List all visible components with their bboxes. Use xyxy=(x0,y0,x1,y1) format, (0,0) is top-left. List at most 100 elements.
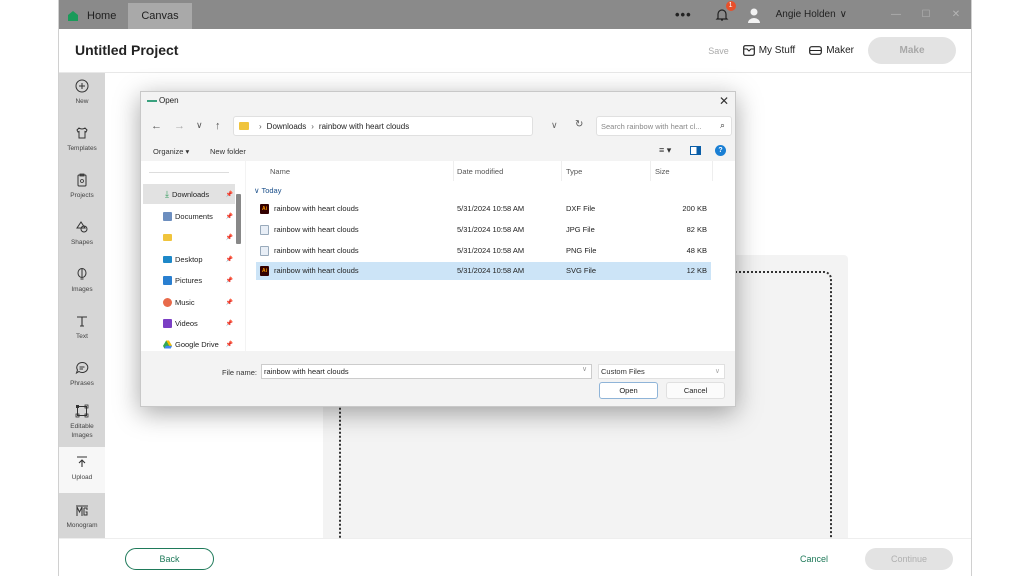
sidebar-item-label: Shapes xyxy=(70,239,94,246)
tab-canvas[interactable]: Canvas xyxy=(128,3,192,29)
column-header-type[interactable]: Type xyxy=(566,167,582,176)
nav-item-label: Videos xyxy=(175,318,198,328)
column-separator[interactable] xyxy=(453,161,454,181)
file-row[interactable]: rainbow with heart clouds 5/31/2024 10:5… xyxy=(256,221,711,239)
nav-item-label: Desktop xyxy=(175,254,203,264)
help-icon[interactable]: ? xyxy=(715,145,726,156)
more-options-button[interactable]: ••• xyxy=(675,7,692,22)
close-dialog-button[interactable]: ✕ xyxy=(719,94,729,108)
nav-pane-scrollbar[interactable] xyxy=(236,194,241,244)
nav-item-folder[interactable]: 📌 xyxy=(143,227,235,247)
recent-locations-icon[interactable]: ∨ xyxy=(196,120,203,131)
project-title: Untitled Project xyxy=(75,42,179,58)
speech-bubble-icon xyxy=(75,361,89,375)
sidebar-item-text[interactable]: Text xyxy=(59,314,105,354)
file-row[interactable]: rainbow with heart clouds 5/31/2024 10:5… xyxy=(256,242,711,260)
app-icon xyxy=(147,99,157,102)
preview-pane-icon[interactable] xyxy=(690,146,701,155)
sidebar-item-phrases[interactable]: Phrases xyxy=(59,361,105,401)
group-chevron-icon: ∨ xyxy=(254,186,260,195)
group-header-today[interactable]: ∨ Today xyxy=(254,186,281,195)
search-input[interactable]: Search rainbow with heart cl... ⌕ xyxy=(596,116,732,136)
sidebar-item-new[interactable]: New xyxy=(59,79,105,119)
file-row-selected[interactable]: Ai rainbow with heart clouds 5/31/2024 1… xyxy=(256,262,711,280)
view-options-icon[interactable]: ≡ ▾ xyxy=(659,145,671,156)
breadcrumb-separator: › xyxy=(311,121,314,131)
save-button[interactable]: Save xyxy=(708,46,729,56)
maximize-button[interactable]: ☐ xyxy=(911,9,941,20)
user-name[interactable]: Angie Holden xyxy=(776,9,836,20)
breadcrumb-current-folder[interactable]: rainbow with heart clouds xyxy=(319,122,409,131)
pictures-icon xyxy=(163,275,172,285)
file-row[interactable]: Ai rainbow with heart clouds 5/31/2024 1… xyxy=(256,200,711,218)
sidebar-item-upload[interactable]: Upload xyxy=(59,447,105,493)
upload-icon xyxy=(77,456,87,467)
back-button[interactable]: Back xyxy=(125,548,214,570)
videos-icon xyxy=(163,318,172,328)
file-type-select[interactable]: Custom Files ∨ xyxy=(598,364,725,379)
maker-label: Maker xyxy=(826,45,854,56)
column-header-name[interactable]: Name xyxy=(270,167,290,176)
file-name-dropdown-icon[interactable]: ∨ xyxy=(582,365,587,373)
chevron-down-icon: ∨ xyxy=(714,368,720,375)
dialog-cancel-button[interactable]: Cancel xyxy=(666,382,725,399)
up-arrow-icon[interactable]: ↑ xyxy=(215,120,221,132)
my-stuff-label: My Stuff xyxy=(758,45,796,56)
column-header-size[interactable]: Size xyxy=(655,167,670,176)
nav-divider xyxy=(149,172,229,173)
notifications-button[interactable]: 1 xyxy=(714,0,736,23)
breadcrumb-downloads[interactable]: Downloads xyxy=(267,122,307,131)
music-icon xyxy=(163,297,172,307)
nav-item-label: Pictures xyxy=(175,275,203,285)
my-stuff-button[interactable]: My Stuff xyxy=(742,45,796,56)
nav-item-videos[interactable]: Videos 📌 xyxy=(143,313,235,333)
download-icon: ⤓ xyxy=(165,188,169,199)
sidebar-item-label: Editable Images xyxy=(70,423,94,439)
back-arrow-icon[interactable]: ← xyxy=(151,120,162,132)
file-name-label: File name: xyxy=(222,368,258,377)
sidebar-item-templates[interactable]: Templates xyxy=(59,126,105,166)
new-folder-button[interactable]: New folder xyxy=(210,147,246,156)
text-icon xyxy=(77,316,87,327)
nav-item-documents[interactable]: Documents 📌 xyxy=(143,206,235,226)
sidebar-item-images[interactable]: Images xyxy=(59,267,105,307)
file-name: rainbow with heart clouds xyxy=(274,204,359,213)
nav-item-pictures[interactable]: Pictures 📌 xyxy=(143,270,235,290)
address-dropdown-icon[interactable]: ∨ xyxy=(551,120,558,131)
nav-item-music[interactable]: Music 📌 xyxy=(143,292,235,312)
column-separator xyxy=(712,161,713,181)
organize-menu[interactable]: Organize ▾ xyxy=(153,147,189,156)
column-separator[interactable] xyxy=(650,161,651,181)
open-button[interactable]: Open xyxy=(599,382,658,399)
column-separator[interactable] xyxy=(561,161,562,181)
cancel-button[interactable]: Cancel xyxy=(800,554,828,564)
column-header-date-modified[interactable]: Date modified xyxy=(457,167,503,176)
address-bar[interactable]: › Downloads › rainbow with heart clouds xyxy=(233,116,533,136)
clipboard-icon xyxy=(77,173,87,187)
file-name-input[interactable]: rainbow with heart clouds xyxy=(261,364,592,379)
sidebar-item-monogram[interactable]: Monogram xyxy=(59,503,105,543)
avatar-icon[interactable] xyxy=(746,7,762,23)
forward-arrow-icon[interactable]: → xyxy=(174,120,185,132)
nav-item-google-drive[interactable]: Google Drive 📌 xyxy=(143,334,235,354)
continue-button[interactable]: Continue xyxy=(865,548,953,570)
sidebar-item-projects[interactable]: Projects xyxy=(59,173,105,213)
image-file-icon xyxy=(260,246,269,256)
chevron-down-icon[interactable]: ∨ xyxy=(840,9,847,20)
nav-item-desktop[interactable]: Desktop 📌 xyxy=(143,249,235,269)
nav-item-downloads[interactable]: ⤓ Downloads 📌 xyxy=(143,184,235,204)
make-button[interactable]: Make xyxy=(868,37,956,64)
sidebar-item-editable-images[interactable]: Editable Images xyxy=(59,404,105,448)
desktop-icon xyxy=(163,255,172,263)
project-header: Untitled Project Save My Stuff Maker Mak… xyxy=(59,29,971,73)
refresh-icon[interactable]: ↻ xyxy=(575,119,583,130)
close-window-button[interactable]: ✕ xyxy=(941,9,971,20)
sidebar-item-shapes[interactable]: Shapes xyxy=(59,220,105,260)
sidebar-item-label: Phrases xyxy=(70,380,94,387)
minimize-button[interactable]: — xyxy=(881,9,911,20)
lightbulb-icon xyxy=(77,268,87,280)
maker-button[interactable]: Maker xyxy=(809,45,854,56)
group-label: Today xyxy=(261,186,282,195)
pin-icon: 📌 xyxy=(225,341,233,348)
tab-home[interactable]: Home xyxy=(67,3,116,29)
